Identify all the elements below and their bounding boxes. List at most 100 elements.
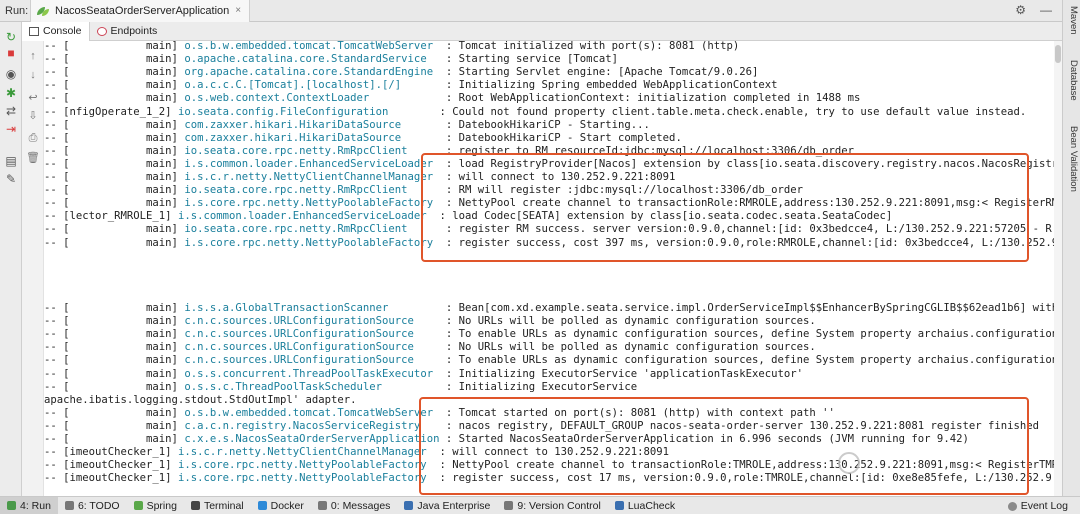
console-output[interactable]: -- [ main] o.s.b.w.embedded.tomcat.Tomca… bbox=[44, 41, 1062, 496]
vertical-scrollbar[interactable] bbox=[1054, 41, 1062, 496]
log-message: : will connect to 130.252.9.221:8091 bbox=[439, 171, 676, 183]
print-icon[interactable]: ⎙ bbox=[25, 131, 41, 145]
log-thread: -- [imeoutChecker_1] bbox=[44, 459, 178, 472]
log-logger[interactable]: o.s.web.context.ContextLoader bbox=[184, 92, 439, 104]
java-enterprise-tab[interactable]: Java Enterprise bbox=[397, 497, 497, 514]
gear-icon[interactable]: ⚙ bbox=[1015, 3, 1026, 17]
spring-boot-icon bbox=[37, 6, 51, 16]
log-logger[interactable]: io.seata.core.rpc.netty.RmRpcClient bbox=[184, 223, 439, 235]
restore-layout-icon[interactable]: ⇄ bbox=[3, 104, 19, 118]
log-logger[interactable]: i.s.core.rpc.netty.NettyPoolableFactory bbox=[184, 237, 439, 249]
log-logger[interactable]: c.n.c.sources.URLConfigurationSource bbox=[184, 315, 439, 327]
log-message: : DatebookHikariCP - Start completed. bbox=[439, 131, 682, 144]
log-line: -- [ main] o.a.c.c.C.[Tomcat].[localhost… bbox=[44, 79, 778, 92]
event-log-button[interactable]: Event Log bbox=[1007, 497, 1068, 514]
log-line: -- [ main] c.a.c.n.registry.NacosService… bbox=[44, 420, 1039, 433]
log-message: : nacos registry, DEFAULT_GROUP nacos-se… bbox=[439, 419, 1039, 432]
log-logger[interactable]: c.n.c.sources.URLConfigurationSource bbox=[184, 354, 439, 366]
run-tab[interactable]: 4: Run bbox=[0, 496, 58, 514]
log-line: -- [ main] c.n.c.sources.URLConfiguratio… bbox=[44, 341, 816, 354]
spring-tab[interactable]: Spring bbox=[127, 497, 184, 514]
log-message: : No URLs will be polled as dynamic conf… bbox=[439, 341, 816, 354]
log-thread: -- [ main] bbox=[44, 406, 185, 419]
stop-icon[interactable]: ■ bbox=[3, 46, 19, 60]
scroll-to-end-icon[interactable]: ⇩ bbox=[25, 109, 41, 123]
log-logger[interactable]: c.a.c.n.registry.NacosServiceRegistry bbox=[184, 420, 439, 432]
tool-window-bean-validation[interactable]: Bean Validation bbox=[1065, 126, 1079, 192]
log-thread: -- [ main] bbox=[44, 53, 185, 66]
scrollbar-thumb[interactable] bbox=[1055, 45, 1061, 63]
log-message: : Started NacosSeataOrderServerApplicati… bbox=[439, 433, 969, 445]
pin-icon[interactable]: ✎ bbox=[3, 172, 19, 186]
log-logger[interactable]: com.zaxxer.hikari.HikariDataSource bbox=[184, 132, 439, 144]
tab-console[interactable]: Console bbox=[22, 21, 90, 41]
up-arrow-icon[interactable]: ↑ bbox=[25, 49, 41, 63]
soft-wrap-icon[interactable]: ↩ bbox=[25, 91, 41, 105]
debug-bug-icon[interactable]: ✱ bbox=[3, 86, 19, 100]
terminal-tab[interactable]: Terminal bbox=[184, 497, 251, 514]
log-message: : Bean[com.xd.example.seata.service.impl… bbox=[439, 302, 1062, 314]
rerun-icon[interactable]: ↻ bbox=[3, 30, 19, 44]
log-logger[interactable]: o.s.s.c.ThreadPoolTaskScheduler bbox=[184, 381, 439, 393]
log-logger[interactable]: io.seata.config.FileConfiguration bbox=[178, 106, 433, 118]
log-logger[interactable]: io.seata.core.rpc.netty.RmRpcClient bbox=[184, 145, 439, 157]
log-logger[interactable]: o.s.s.concurrent.ThreadPoolTaskExecutor bbox=[184, 368, 439, 380]
todo-tab[interactable]: 6: TODO bbox=[58, 497, 127, 514]
log-thread: -- [ main] bbox=[44, 197, 185, 210]
log-thread: -- [ main] bbox=[44, 171, 185, 183]
log-logger[interactable]: c.n.c.sources.URLConfigurationSource bbox=[184, 341, 439, 353]
tool-window-database[interactable]: Database bbox=[1065, 60, 1079, 101]
log-message: : Initializing ExecutorService 'applicat… bbox=[439, 367, 803, 380]
java-enterprise-tab-label: Java Enterprise bbox=[417, 499, 491, 512]
log-logger[interactable]: o.apache.catalina.core.StandardService bbox=[184, 53, 439, 65]
event-log-label: Event Log bbox=[1020, 500, 1068, 512]
log-logger[interactable]: i.s.common.loader.EnhancedServiceLoader bbox=[178, 210, 433, 222]
log-logger[interactable]: i.s.c.r.netty.NettyClientChannelManager bbox=[184, 171, 439, 183]
log-message: : register to RM resourceId:jdbc:mysql:/… bbox=[439, 144, 855, 157]
version-control-icon bbox=[504, 501, 514, 510]
log-line: -- [imeoutChecker_1] i.s.core.rpc.netty.… bbox=[44, 459, 1062, 472]
tool-window-maven[interactable]: Maven bbox=[1065, 6, 1079, 35]
log-message: : Root WebApplicationContext: initializa… bbox=[439, 92, 861, 105]
log-logger[interactable]: c.x.e.s.NacosSeataOrderServerApplication bbox=[184, 433, 439, 445]
log-logger[interactable]: i.s.c.r.netty.NettyClientChannelManager bbox=[178, 446, 433, 458]
log-logger[interactable]: io.seata.core.rpc.netty.RmRpcClient bbox=[184, 184, 439, 196]
log-logger[interactable]: o.s.b.w.embedded.tomcat.TomcatWebServer bbox=[184, 407, 439, 419]
luacheck-tab[interactable]: LuaCheck bbox=[608, 497, 682, 514]
log-line: -- [ main] c.n.c.sources.URLConfiguratio… bbox=[44, 354, 1062, 367]
run-config-tab[interactable]: NacosSeataOrderServerApplication × bbox=[30, 0, 251, 22]
log-message: : No URLs will be polled as dynamic conf… bbox=[439, 315, 816, 328]
version-control-tab[interactable]: 9: Version Control bbox=[497, 497, 607, 514]
log-line: -- [ main] io.seata.core.rpc.netty.RmRpc… bbox=[44, 145, 854, 158]
log-message: : To enable URLs as dynamic configuratio… bbox=[439, 354, 1062, 367]
messages-tab[interactable]: 0: Messages bbox=[311, 497, 398, 514]
log-logger[interactable]: i.s.common.loader.EnhancedServiceLoader bbox=[184, 158, 439, 170]
log-logger[interactable]: i.s.core.rpc.netty.NettyPoolableFactory bbox=[178, 472, 433, 484]
log-logger[interactable]: org.apache.catalina.core.StandardEngine bbox=[184, 66, 439, 78]
log-thread: -- [ main] bbox=[44, 41, 185, 52]
camera-icon[interactable]: ◉ bbox=[3, 67, 19, 81]
docker-tab[interactable]: Docker bbox=[251, 497, 311, 514]
log-logger[interactable]: i.s.core.rpc.netty.NettyPoolableFactory bbox=[178, 459, 433, 471]
log-thread: -- [ main] bbox=[44, 157, 185, 170]
log-line: -- [nfigOperate_1_2] io.seata.config.Fil… bbox=[44, 106, 1026, 119]
down-arrow-icon[interactable]: ↓ bbox=[25, 68, 41, 82]
exit-icon[interactable]: ⇥ bbox=[3, 122, 19, 136]
tab-endpoints[interactable]: Endpoints bbox=[90, 22, 165, 41]
log-thread: -- [ main] bbox=[44, 118, 185, 131]
trash-icon[interactable]: 🗑 bbox=[25, 151, 41, 165]
run-tab-label: 4: Run bbox=[20, 499, 51, 512]
log-message: : Initializing Spring embedded WebApplic… bbox=[439, 79, 778, 92]
log-line: -- [ main] o.s.web.context.ContextLoader… bbox=[44, 92, 860, 105]
close-tab-icon[interactable]: × bbox=[235, 5, 241, 16]
log-logger[interactable]: o.s.b.w.embedded.tomcat.TomcatWebServer bbox=[184, 41, 439, 52]
log-line: -- [ main] o.s.b.w.embedded.tomcat.Tomca… bbox=[44, 407, 835, 420]
log-logger[interactable]: i.s.s.a.GlobalTransactionScanner bbox=[184, 302, 439, 314]
log-message: : Initializing ExecutorService bbox=[439, 380, 638, 393]
layout-icon[interactable]: ▤ bbox=[3, 154, 19, 168]
log-logger[interactable]: i.s.core.rpc.netty.NettyPoolableFactory bbox=[184, 197, 439, 209]
log-logger[interactable]: c.n.c.sources.URLConfigurationSource bbox=[184, 328, 439, 340]
minimize-icon[interactable]: — bbox=[1040, 3, 1052, 17]
log-logger[interactable]: com.zaxxer.hikari.HikariDataSource bbox=[184, 119, 439, 131]
log-logger[interactable]: o.a.c.c.C.[Tomcat].[localhost].[/] bbox=[184, 79, 439, 91]
